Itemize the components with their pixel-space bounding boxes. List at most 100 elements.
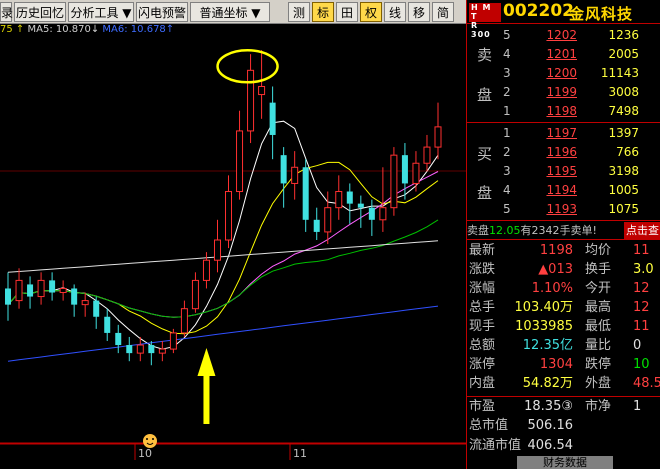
- ma120-line: [7, 305, 439, 362]
- face-emoji-icon: [143, 434, 157, 448]
- ask-row[interactable]: 3 1200 11143: [467, 64, 660, 82]
- candle-body: [136, 344, 144, 354]
- bid-volume: 1075: [608, 202, 639, 216]
- quote-label: 现手: [469, 319, 496, 334]
- simple-mode-button[interactable]: 简: [432, 2, 454, 22]
- ask-row[interactable]: 4 1201 2005: [467, 45, 660, 63]
- quote-label: 涨幅: [469, 281, 496, 296]
- bid-level: 1: [503, 126, 511, 140]
- bid-price[interactable]: 1195: [527, 162, 577, 180]
- bid-row[interactable]: 1 1197 1397: [467, 124, 660, 142]
- financial-data-tab[interactable]: 财务数据: [517, 456, 613, 469]
- candle-body: [368, 207, 375, 220]
- ma-legend: 75 ↑ MA5: 10.870↓ MA6: 10.678↑: [0, 24, 174, 36]
- emoji-eye: [152, 438, 154, 440]
- quote-label: 均价: [585, 243, 612, 258]
- move-button[interactable]: 移: [408, 2, 430, 22]
- market-badge: H M T R 300: [469, 3, 501, 39]
- adjust-rights-button[interactable]: 权: [360, 2, 382, 22]
- quote-value: 10: [633, 357, 650, 372]
- draw-line-button[interactable]: 线: [384, 2, 406, 22]
- date-label: 10: [138, 447, 152, 460]
- ask-row[interactable]: 2 1199 3008: [467, 83, 660, 101]
- quote-value: 12: [633, 281, 650, 296]
- candle-body: [324, 207, 332, 233]
- ask-volume: 7498: [608, 104, 639, 118]
- candle-body: [291, 166, 299, 184]
- quote-value: 12: [633, 300, 650, 315]
- quote-label: 总市值: [469, 418, 509, 433]
- bid-row[interactable]: 4 1194 1005: [467, 181, 660, 199]
- candle-body: [313, 219, 320, 232]
- bid-row[interactable]: 3 1195 3198: [467, 162, 660, 180]
- candle-body: [357, 203, 364, 208]
- ask-price[interactable]: 1200: [527, 64, 577, 82]
- ask-row[interactable]: 5 1202 1236: [467, 26, 660, 44]
- date-label: 11: [293, 447, 307, 460]
- grid-button[interactable]: 田: [336, 2, 358, 22]
- flash-alert-button[interactable]: 闪电预警: [136, 2, 188, 22]
- quote-row: 现手 1033985 最低 11: [467, 317, 660, 336]
- chart-toolbar: 录 历史回忆 分析工具 ▼ 闪电预警 普通坐标 ▼ 测 标 田 权 线 移 简: [0, 0, 466, 24]
- quote-value: 12.35亿: [522, 338, 573, 353]
- candlestick-chart[interactable]: 10 11: [0, 24, 466, 469]
- quote-value: 0: [633, 338, 642, 353]
- ask-price[interactable]: 1198: [527, 102, 577, 120]
- quote-row: 总手 103.40万 最高 12: [467, 298, 660, 317]
- candle-body: [434, 126, 442, 148]
- quote-label: 跌停: [585, 357, 612, 372]
- coordinate-mode-dropdown[interactable]: 普通坐标 ▼: [190, 2, 270, 22]
- bid-price[interactable]: 1194: [527, 181, 577, 199]
- candle-body: [49, 280, 56, 293]
- quote-value: 54.82万: [522, 376, 573, 391]
- quote-value: 1033985: [515, 319, 573, 334]
- bid-price[interactable]: 1196: [527, 143, 577, 161]
- big-order-tip[interactable]: 卖盘12.05有2342手卖单! 点击查: [467, 222, 660, 239]
- stock-code: 002202: [503, 1, 574, 21]
- chart-grid: 10 11: [0, 170, 466, 460]
- bid-level: 4: [503, 183, 511, 197]
- record-button[interactable]: 录: [0, 2, 13, 22]
- bid-row[interactable]: 2 1196 766: [467, 143, 660, 161]
- candle-body: [390, 154, 398, 209]
- quote-label: 涨跌: [469, 262, 496, 277]
- candle-body: [280, 155, 287, 184]
- quote-row: 市盈 18.35③ 市净 1: [467, 396, 660, 415]
- tip-view-button[interactable]: 点击查: [624, 222, 660, 239]
- quote-label: 换手: [585, 262, 612, 277]
- ask-volume: 11143: [600, 66, 639, 80]
- history-recall-button[interactable]: 历史回忆: [14, 2, 66, 22]
- bid-row[interactable]: 5 1193 1075: [467, 200, 660, 218]
- candle-body: [115, 332, 122, 346]
- ask-price[interactable]: 1202: [527, 26, 577, 44]
- ask-row[interactable]: 1 1198 7498: [467, 102, 660, 120]
- candle-body: [169, 332, 177, 350]
- candle-body: [225, 191, 233, 241]
- quote-value: 11: [633, 243, 650, 258]
- quote-value: 1198: [539, 243, 573, 258]
- ask-price[interactable]: 1201: [527, 45, 577, 63]
- orderbook-divider: [467, 122, 660, 123]
- measure-button[interactable]: 测: [288, 2, 310, 22]
- ask-price[interactable]: 1199: [527, 83, 577, 101]
- quote-value: 1.10%: [531, 281, 573, 296]
- bid-level: 2: [503, 145, 511, 159]
- annotations: [143, 49, 279, 448]
- quote-label: 最低: [585, 319, 612, 334]
- mark-button[interactable]: 标: [312, 2, 334, 22]
- candle-body: [126, 345, 133, 354]
- quote-row: 涨停 1304 跌停 10: [467, 355, 660, 374]
- quote-value: 406.54: [527, 438, 574, 453]
- ask-level: 1: [503, 104, 511, 118]
- bid-price[interactable]: 1197: [527, 124, 577, 142]
- quote-label: 量比: [585, 338, 612, 353]
- candle-body: [59, 287, 67, 294]
- quote-label: 涨停: [469, 357, 496, 372]
- ma5-line: [7, 120, 439, 350]
- bid-volume: 1005: [608, 183, 639, 197]
- stock-name: 金风科技: [569, 5, 634, 23]
- bid-price[interactable]: 1193: [527, 200, 577, 218]
- bid-volume: 766: [616, 145, 639, 159]
- analysis-tools-dropdown[interactable]: 分析工具 ▼: [68, 2, 134, 22]
- quote-label: 最新: [469, 243, 496, 258]
